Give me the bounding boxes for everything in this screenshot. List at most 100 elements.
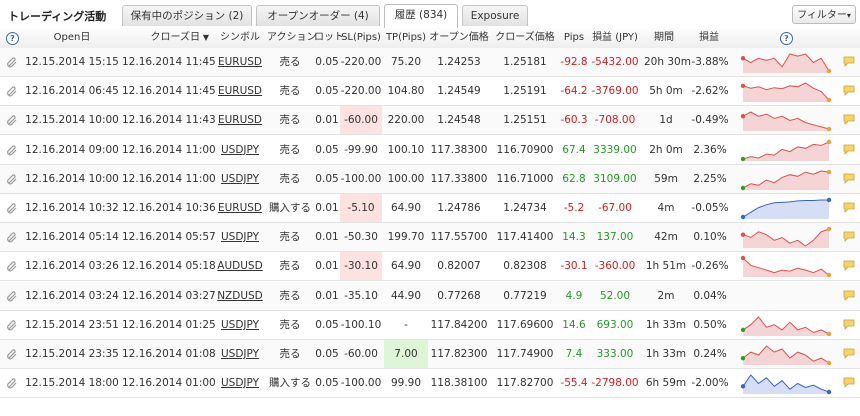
equity-sparkline (740, 82, 832, 103)
col-duration[interactable]: 期間 (646, 28, 682, 48)
pnl-pct-cell: 0.24% (693, 348, 727, 360)
table-row[interactable]: 12.16.2014 09:00 12.16.2014 11:00 USDJPY 売る… (0, 136, 860, 165)
tab-history[interactable]: 履歴 (834) (384, 4, 458, 28)
symbol-link[interactable]: EURUSD (214, 106, 266, 134)
open-price-cell: 1.24253 (437, 56, 481, 68)
comment-icon[interactable] (843, 348, 855, 359)
col-pnl-pct[interactable]: 損益 (690, 28, 728, 48)
symbol-link[interactable]: AUDUSD (214, 252, 266, 280)
col-lot[interactable]: ロット (314, 28, 344, 48)
comment-icon[interactable] (843, 377, 855, 389)
tab-open-orders[interactable]: オープンオーダー (4) (256, 5, 380, 26)
open-date-cell: 12.15.2014 18:00 (25, 377, 119, 390)
open-price-cell: 1.24786 (437, 202, 481, 214)
col-pnl-jpy[interactable]: 損益 (JPY) (588, 28, 642, 48)
table-row[interactable]: 12.15.2014 23:35 12.16.2014 01:08 USDJPY 売る… (0, 340, 860, 369)
action-cell: 売る (279, 56, 301, 68)
table-row[interactable]: 12.15.2014 23:51 12.16.2014 01:25 USDJPY 売る… (0, 311, 860, 340)
pnl-pct-cell: 2.36% (693, 143, 727, 156)
paperclip-icon[interactable] (6, 202, 18, 214)
col-open-price[interactable]: オープン価格 (428, 28, 490, 48)
sl-pips-cell: -100.00 (340, 377, 382, 390)
paperclip-icon[interactable] (6, 290, 18, 302)
sparkline-end-point (826, 127, 832, 132)
table-row[interactable]: 12.15.2014 15:15 12.16.2014 11:45 EURUSD 売る… (0, 48, 860, 77)
comment-icon[interactable] (843, 290, 855, 301)
col-close-price[interactable]: クローズ価格 (494, 28, 556, 48)
comment-icon[interactable] (843, 173, 855, 184)
comment-icon[interactable] (843, 144, 855, 155)
duration-cell: 59m (654, 172, 678, 185)
sparkline-start-point (740, 384, 746, 389)
sparkline-start-point (740, 327, 746, 332)
comment-icon[interactable] (843, 260, 855, 272)
chart-help-icon[interactable]: ? (780, 32, 793, 45)
col-tp-pips[interactable]: TP(Pips) (384, 28, 428, 48)
paperclip-icon[interactable] (6, 319, 18, 331)
sort-desc-icon[interactable]: ▼ (200, 28, 212, 48)
pips-cell: 7.4 (565, 348, 583, 360)
pips-cell: 14.6 (562, 318, 586, 331)
duration-cell: 1h 33m (645, 318, 687, 331)
paperclip-icon[interactable] (6, 85, 18, 97)
col-symbol[interactable]: シンボル (214, 28, 266, 48)
symbol-link[interactable]: USDJPY (214, 136, 266, 164)
table-row[interactable]: 12.16.2014 03:24 12.16.2014 03:27 NZDUSD 売る… (0, 281, 860, 311)
symbol-link[interactable]: EURUSD (214, 77, 266, 105)
table-row[interactable]: 12.16.2014 03:26 12.16.2014 05:18 AUDUSD 売る… (0, 252, 860, 282)
open-date-cell: 12.15.2014 10:00 (25, 114, 119, 127)
action-cell: 売る (279, 114, 301, 127)
pnl-jpy-cell: 693.00 (596, 318, 634, 331)
table-header: ? Open日 クローズ日 ▼ シンボル アクション ロット SL(Pips) … (0, 28, 860, 49)
symbol-link[interactable]: USDJPY (214, 311, 266, 339)
equity-sparkline (740, 374, 832, 395)
comment-icon[interactable] (843, 56, 855, 67)
comment-icon[interactable] (843, 319, 855, 330)
paperclip-icon[interactable] (6, 377, 18, 389)
comment-icon[interactable] (843, 114, 855, 126)
table-row[interactable]: 12.15.2014 10:00 12.16.2014 11:43 EURUSD 売る… (0, 106, 860, 136)
pips-cell: -64.2 (560, 85, 588, 98)
paperclip-icon[interactable] (6, 56, 18, 68)
symbol-link[interactable]: EURUSD (214, 194, 266, 222)
comment-icon[interactable] (843, 202, 855, 213)
col-sl-pips[interactable]: SL(Pips) (340, 28, 382, 48)
table-row[interactable]: 12.15.2014 18:00 12.16.2014 01:00 USDJPY 購入… (0, 369, 860, 399)
help-icon[interactable]: ? (6, 32, 19, 45)
open-price-cell: 0.82007 (437, 260, 481, 273)
sparkline-end-point (826, 97, 832, 103)
table-row[interactable]: 12.16.2014 06:45 12.16.2014 11:45 EURUSD 売る… (0, 77, 860, 107)
paperclip-icon[interactable] (6, 348, 18, 360)
paperclip-icon[interactable] (6, 114, 18, 126)
tab-exposure[interactable]: Exposure (462, 5, 528, 26)
comment-icon[interactable] (843, 85, 855, 97)
col-close-date[interactable]: クローズ日 (124, 28, 201, 48)
filter-dropdown[interactable]: フィルター▾ (792, 5, 856, 24)
table-row[interactable]: 12.16.2014 05:14 12.16.2014 05:57 USDJPY 売る… (0, 223, 860, 253)
symbol-link[interactable]: USDJPY (214, 165, 266, 193)
lot-cell: 0.05 (315, 85, 339, 98)
open-price-cell: 118.38100 (430, 377, 488, 390)
col-action[interactable]: アクション (267, 28, 317, 48)
paperclip-icon[interactable] (6, 173, 18, 185)
symbol-link[interactable]: USDJPY (214, 340, 266, 368)
comment-icon[interactable] (843, 231, 855, 243)
action-cell: 売る (279, 231, 301, 244)
open-date-cell: 12.16.2014 06:45 (25, 85, 119, 98)
symbol-link[interactable]: USDJPY (214, 223, 266, 251)
sl-pips-cell: -35.10 (344, 289, 378, 302)
tp-pips-cell: 64.90 (390, 260, 422, 273)
table-row[interactable]: 12.16.2014 10:00 12.16.2014 11:00 USDJPY 売る… (0, 164, 860, 194)
symbol-link[interactable]: NZDUSD (214, 282, 266, 310)
table-row[interactable]: 12.16.2014 10:32 12.16.2014 10:36 EURUSD 購入… (0, 194, 860, 223)
paperclip-icon[interactable] (6, 260, 18, 272)
pips-cell: -92.8 (560, 56, 588, 68)
symbol-link[interactable]: USDJPY (214, 369, 266, 397)
tab-open-positions[interactable]: 保有中のポジション (2) (122, 5, 252, 26)
paperclip-icon[interactable] (6, 144, 18, 156)
col-open-date[interactable]: Open日 (24, 28, 120, 48)
paperclip-icon[interactable] (6, 231, 18, 243)
col-pips[interactable]: Pips (558, 28, 590, 48)
open-price-cell: 1.24549 (437, 85, 481, 98)
symbol-link[interactable]: EURUSD (214, 48, 266, 76)
